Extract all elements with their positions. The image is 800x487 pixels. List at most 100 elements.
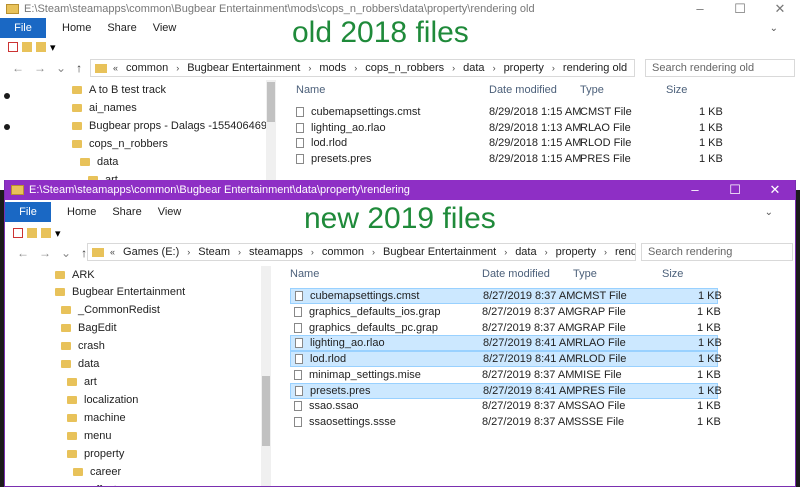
up-button[interactable]: ↑: [76, 61, 82, 75]
tree-item[interactable]: Bugbear Entertainment: [55, 283, 185, 300]
file-row[interactable]: lod.rlod 8/29/2018 1:15 AM RLOD File 1 K…: [292, 135, 723, 151]
minimize-button[interactable]: –: [675, 180, 715, 200]
tree-item[interactable]: ARK: [55, 266, 95, 283]
tree-item[interactable]: BagEdit: [61, 319, 117, 336]
chevron-right-icon[interactable]: ›: [372, 247, 375, 257]
breadcrumb-segment[interactable]: rendering: [615, 246, 635, 258]
back-button[interactable]: ←: [17, 246, 29, 260]
tab-view[interactable]: View: [158, 206, 182, 218]
folder-icon[interactable]: [41, 228, 51, 238]
overflow-chevron[interactable]: «: [113, 63, 118, 73]
folder-icon[interactable]: [36, 42, 46, 52]
expand-ribbon-icon[interactable]: ⌄: [765, 207, 773, 218]
maximize-button[interactable]: ☐: [720, 0, 760, 18]
chevron-right-icon[interactable]: ›: [552, 63, 555, 73]
tree-item[interactable]: localization: [67, 391, 138, 408]
tree-item[interactable]: crash: [61, 337, 105, 354]
column-header-size[interactable]: Size: [666, 84, 687, 102]
address-bar[interactable]: « Games (E:) › Steam › steamapps › common › …: [87, 243, 636, 261]
breadcrumb-segment[interactable]: data: [515, 246, 536, 258]
chevron-right-icon[interactable]: ›: [187, 247, 190, 257]
breadcrumb-segment[interactable]: cops_n_robbers: [365, 62, 444, 74]
back-button[interactable]: ←: [12, 61, 24, 75]
close-button[interactable]: ✕: [755, 180, 795, 200]
tab-share[interactable]: Share: [112, 206, 141, 218]
new-folder-icon[interactable]: [27, 228, 37, 238]
breadcrumb-segment[interactable]: data: [463, 62, 484, 74]
file-row[interactable]: lighting_ao.rlao 8/29/2018 1:13 AM RLAO …: [292, 120, 723, 136]
file-row[interactable]: cubemapsettings.cmst 8/27/2019 8:37 AM CMS…: [290, 288, 722, 304]
tree-item[interactable]: Bugbear props - Dalags -1554064696: [72, 117, 270, 134]
address-bar[interactable]: « common › Bugbear Entertainment › mods › c…: [90, 59, 635, 77]
breadcrumb-segment[interactable]: steamapps: [249, 246, 303, 258]
file-row[interactable]: lod.rlod 8/27/2019 8:41 AM RLOD File 1 KB: [290, 351, 722, 367]
breadcrumb-segment[interactable]: property: [504, 62, 544, 74]
breadcrumb-segment[interactable]: common: [126, 62, 168, 74]
recent-locations-button[interactable]: ⌄: [56, 61, 66, 75]
forward-button[interactable]: →: [34, 61, 46, 75]
tree-item[interactable]: menu: [67, 427, 112, 444]
tree-item[interactable]: ai_names: [72, 99, 137, 116]
overflow-chevron[interactable]: «: [110, 247, 115, 257]
tree-item[interactable]: A to B test track: [72, 81, 166, 98]
breadcrumb-segment[interactable]: Bugbear Entertainment: [187, 62, 300, 74]
tree-item[interactable]: data: [61, 355, 99, 372]
tab-view[interactable]: View: [153, 22, 177, 34]
tree-item[interactable]: data: [80, 153, 118, 170]
maximize-button[interactable]: ☐: [715, 180, 755, 200]
file-row[interactable]: minimap_settings.mise 8/27/2019 8:37 AM MI…: [290, 367, 721, 383]
chevron-right-icon[interactable]: ›: [238, 247, 241, 257]
close-button[interactable]: ✕: [760, 0, 800, 18]
tab-file[interactable]: File: [5, 202, 51, 222]
search-input[interactable]: Search rendering: [641, 243, 793, 261]
minimize-button[interactable]: –: [680, 0, 720, 18]
tree-item[interactable]: effect: [73, 481, 117, 486]
file-row[interactable]: graphics_defaults_pc.grap 8/27/2019 8:37 …: [290, 320, 721, 336]
customize-dropdown-icon[interactable]: ▾: [55, 227, 61, 240]
column-header-type[interactable]: Type: [580, 84, 604, 102]
chevron-right-icon[interactable]: ›: [604, 247, 607, 257]
column-header-date[interactable]: Date modified: [482, 268, 550, 286]
file-row[interactable]: ssaosettings.ssse 8/27/2019 8:37 AM SSSE F…: [290, 414, 721, 430]
search-input[interactable]: Search rendering old: [645, 59, 795, 77]
customize-dropdown-icon[interactable]: ▾: [50, 41, 56, 54]
title-bar[interactable]: E:\Steam\steamapps\common\Bugbear Entert…: [5, 180, 795, 200]
tree-item[interactable]: cops_n_robbers: [72, 135, 168, 152]
tab-share[interactable]: Share: [107, 22, 136, 34]
chevron-right-icon[interactable]: ›: [308, 63, 311, 73]
file-row[interactable]: cubemapsettings.cmst 8/29/2018 1:15 AM C…: [292, 104, 723, 120]
scrollbar-thumb[interactable]: [267, 82, 275, 122]
tree-item[interactable]: property: [67, 445, 124, 462]
chevron-right-icon[interactable]: ›: [452, 63, 455, 73]
new-folder-icon[interactable]: [22, 42, 32, 52]
chevron-right-icon[interactable]: ›: [311, 247, 314, 257]
breadcrumb-segment[interactable]: Games (E:): [123, 246, 179, 258]
tree-item[interactable]: machine: [67, 409, 126, 426]
column-header-name[interactable]: Name: [296, 84, 325, 102]
file-row[interactable]: graphics_defaults_ios.grap 8/27/2019 8:37…: [290, 304, 721, 320]
properties-icon[interactable]: [8, 42, 18, 52]
chevron-right-icon[interactable]: ›: [504, 247, 507, 257]
tree-item[interactable]: career: [73, 463, 121, 480]
file-row[interactable]: ssao.ssao 8/27/2019 8:37 AM SSAO File 1 KB: [290, 398, 721, 414]
breadcrumb-segment[interactable]: mods: [319, 62, 346, 74]
tab-file[interactable]: File: [0, 18, 46, 38]
forward-button[interactable]: →: [39, 246, 51, 260]
scrollbar-thumb[interactable]: [262, 376, 270, 446]
breadcrumb-segment[interactable]: Steam: [198, 246, 230, 258]
file-row[interactable]: presets.pres 8/29/2018 1:15 AM PRES File…: [292, 151, 723, 167]
tree-scrollbar[interactable]: [266, 80, 276, 190]
chevron-right-icon[interactable]: ›: [493, 63, 496, 73]
column-header-type[interactable]: Type: [573, 268, 597, 286]
tab-home[interactable]: Home: [62, 22, 91, 34]
chevron-right-icon[interactable]: ›: [545, 247, 548, 257]
breadcrumb-segment[interactable]: property: [556, 246, 596, 258]
chevron-right-icon[interactable]: ›: [354, 63, 357, 73]
file-row[interactable]: lighting_ao.rlao 8/27/2019 8:41 AM RLAO Fi…: [290, 335, 722, 352]
breadcrumb-segment[interactable]: Bugbear Entertainment: [383, 246, 496, 258]
column-header-name[interactable]: Name: [290, 268, 319, 286]
file-row[interactable]: presets.pres 8/27/2019 8:41 AM PRES File 1 …: [290, 382, 722, 399]
column-header-date[interactable]: Date modified: [489, 84, 557, 102]
tree-item[interactable]: _CommonRedist: [61, 301, 160, 318]
expand-ribbon-icon[interactable]: ⌄: [770, 23, 778, 34]
